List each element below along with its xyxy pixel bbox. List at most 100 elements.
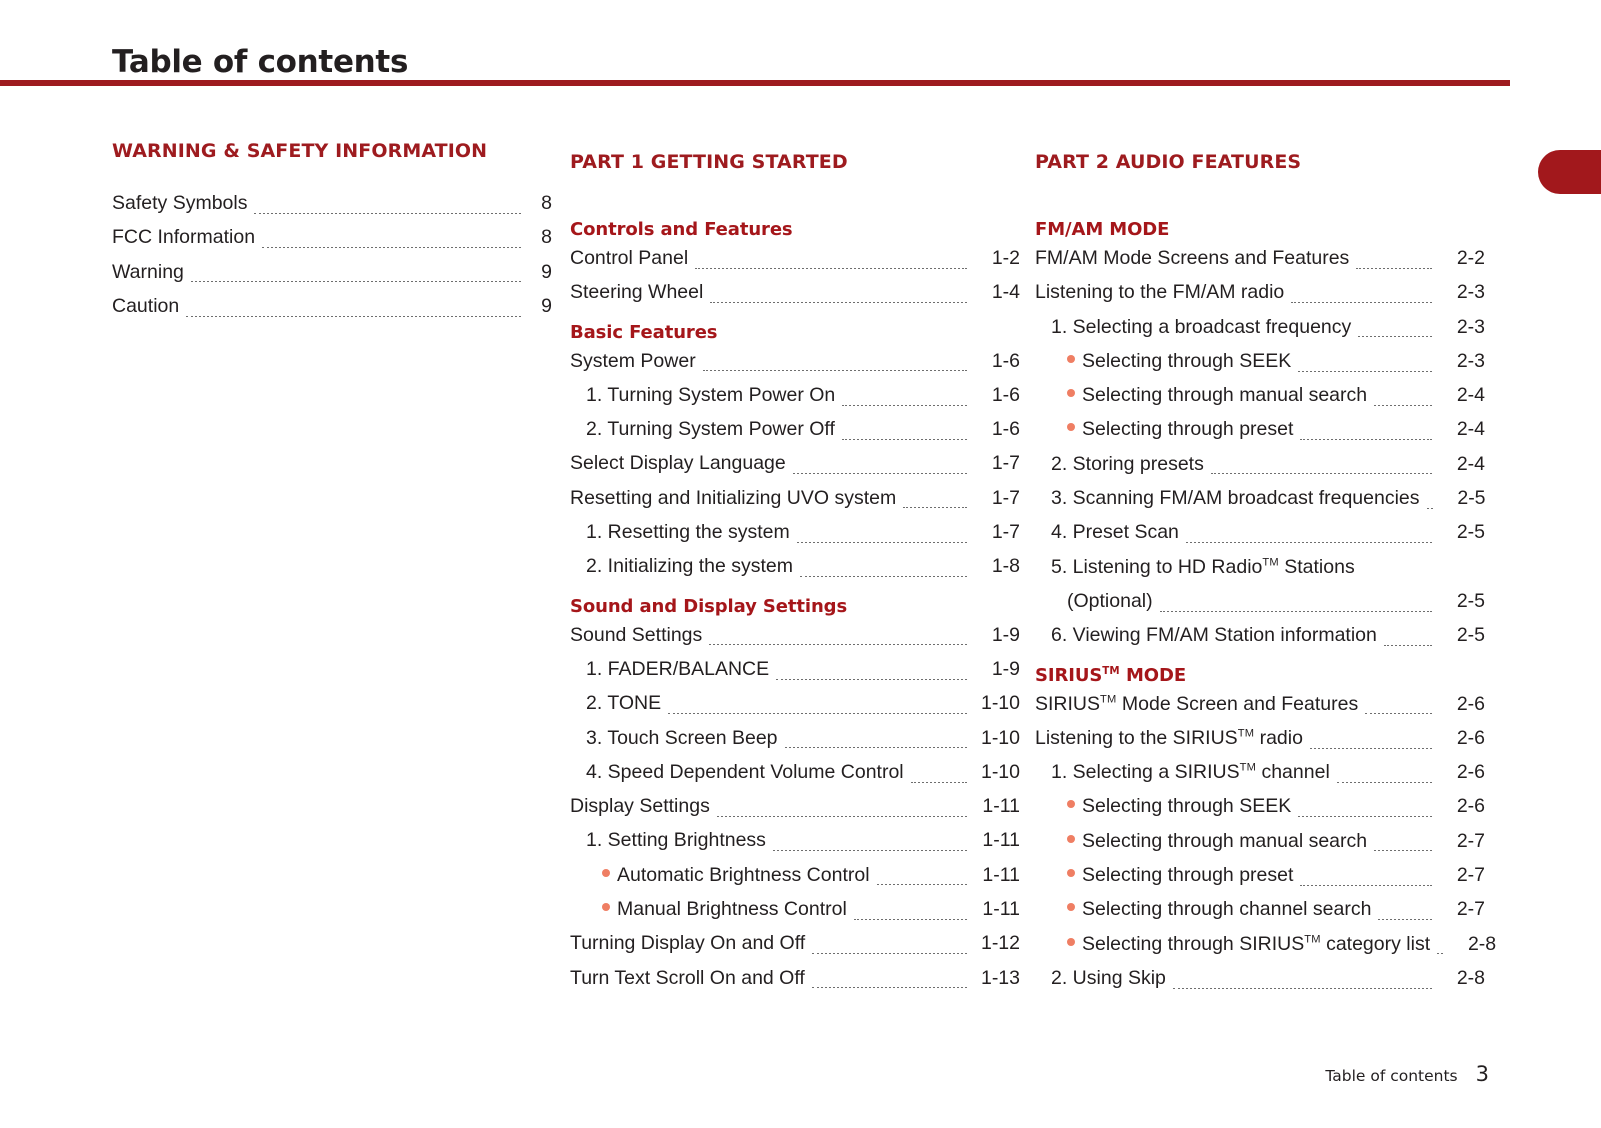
toc-entry[interactable]: Selecting through preset 2-7: [1035, 864, 1485, 898]
dot-leader: [1300, 439, 1432, 441]
toc-entry[interactable]: Display Settings 1-11: [570, 795, 1020, 829]
toc-page-number: 8: [541, 226, 552, 249]
toc-page-number: 1-7: [991, 521, 1020, 544]
dot-leader: [853, 918, 967, 920]
toc-entry[interactable]: 1. FADER/BALANCE 1-9: [570, 658, 1020, 692]
toc-page-number: 2-8: [1467, 932, 1497, 955]
toc-page-number: 1-7: [991, 486, 1020, 509]
toc-page-number: 8: [541, 192, 552, 214]
dot-leader: [784, 747, 967, 749]
toc-entry[interactable]: 2. Turning System Power Off 1-6: [570, 418, 1020, 452]
dot-leader: [876, 884, 967, 886]
column-part-heading: PART 1 GETTING STARTED: [570, 151, 848, 173]
toc-entry[interactable]: Control Panel 1-2: [570, 247, 1020, 281]
toc-entry[interactable]: Selecting through SEEK 2-3: [1035, 350, 1485, 384]
toc-entry[interactable]: FCC Information 8: [112, 226, 552, 260]
toc-entry[interactable]: Turning Display On and Off 1-12: [570, 932, 1020, 966]
toc-entry-label: 1. Setting Brightness: [586, 829, 766, 852]
toc-entry[interactable]: System Power 1-6: [570, 350, 1020, 384]
toc-entry[interactable]: 1. Setting Brightness 1-11: [570, 829, 1020, 863]
toc-entry[interactable]: 1. Selecting a SIRIUSTM channel 2-6: [1035, 761, 1485, 795]
toc-entry[interactable]: 4. Preset Scan 2-5: [1035, 521, 1485, 555]
toc-page-number: 1-4: [991, 281, 1020, 304]
toc-entry[interactable]: Safety Symbols 8: [112, 192, 552, 226]
toc-page-number: 2-5: [1456, 589, 1485, 612]
dot-leader: [811, 987, 967, 989]
toc-entry-label: Selecting through channel search: [1067, 898, 1371, 921]
toc-entry[interactable]: (Optional) 2-5: [1035, 590, 1485, 624]
toc-entry[interactable]: Selecting through channel search 2-7: [1035, 898, 1485, 932]
toc-entry[interactable]: 1. Turning System Power On 1-6: [570, 384, 1020, 418]
dot-leader: [772, 850, 967, 852]
toc-page-number: 1-7: [991, 452, 1020, 475]
toc-entry[interactable]: Steering Wheel 1-4: [570, 281, 1020, 315]
toc-page-number: 2-5: [1456, 521, 1485, 544]
dot-leader: [1374, 850, 1432, 852]
toc-entry-label: Listening to the FM/AM radio: [1035, 281, 1285, 304]
toc-entry[interactable]: Select Display Language 1-7: [570, 452, 1020, 486]
toc-entry-label: 1. Resetting the system: [586, 521, 790, 544]
toc-entry[interactable]: 1. Selecting a broadcast frequency 2-3: [1035, 316, 1485, 350]
toc-page-number: 1-11: [982, 898, 1020, 921]
toc-entry[interactable]: Selecting through manual search 2-4: [1035, 384, 1485, 418]
toc-group-heading: Basic Features: [570, 321, 718, 343]
toc-entry[interactable]: Manual Brightness Control 1-11: [570, 898, 1020, 932]
toc-entry[interactable]: 5. Listening to HD RadioTM Stations: [1035, 556, 1485, 590]
toc-entry[interactable]: 2. Initializing the system 1-8: [570, 555, 1020, 589]
toc-entry[interactable]: Selecting through SIRIUSTM category list…: [1035, 933, 1496, 967]
toc-entry[interactable]: 2. Using Skip 2-8: [1035, 967, 1485, 1001]
toc-entry-label: Sound Settings: [570, 623, 703, 646]
toc-entry[interactable]: Selecting through preset 2-4: [1035, 418, 1485, 452]
toc-page-number: 2-7: [1456, 864, 1485, 887]
toc-entry[interactable]: Automatic Brightness Control 1-11: [570, 864, 1020, 898]
toc-entry-label: System Power: [570, 349, 696, 372]
dot-leader: [1336, 781, 1432, 783]
toc-entry[interactable]: Warning 9: [112, 261, 552, 295]
bullet-icon: [1067, 354, 1075, 363]
toc-page-number: 1-10: [980, 760, 1020, 783]
toc-entry[interactable]: 3. Scanning FM/AM broadcast frequencies 2…: [1035, 487, 1486, 521]
dot-leader: [812, 952, 967, 954]
toc-entry-label: 5. Listening to HD RadioTM Stations: [1051, 555, 1355, 578]
toc-entry[interactable]: 2. TONE 1-10: [570, 692, 1020, 726]
footer-page-number: 3: [1475, 1062, 1489, 1086]
toc-entry[interactable]: FM/AM Mode Screens and Features 2-2: [1035, 247, 1485, 281]
toc-entry[interactable]: Selecting through SEEK 2-6: [1035, 795, 1485, 829]
toc-entry[interactable]: SIRIUSTM Mode Screen and Features 2-6: [1035, 693, 1485, 727]
toc-entry[interactable]: Resetting and Initializing UVO system 1-7: [570, 487, 1020, 521]
toc-entry-label: 3. Scanning FM/AM broadcast frequencies: [1051, 487, 1420, 510]
toc-entry-label: Select Display Language: [570, 452, 786, 475]
bullet-icon: [1067, 937, 1075, 946]
dot-leader: [190, 281, 521, 283]
toc-page: Table of contents WARNING & SAFETY INFOR…: [0, 0, 1601, 1128]
toc-entry-label: 1. FADER/BALANCE: [586, 657, 770, 680]
page-title: Table of contents: [112, 44, 409, 80]
toc-page-number: 2-7: [1456, 898, 1485, 921]
toc-entry[interactable]: Listening to the SIRIUSTM radio 2-6: [1035, 727, 1485, 761]
toc-group-heading: SIRIUSTM MODE: [1035, 664, 1187, 686]
toc-entry[interactable]: 6. Viewing FM/AM Station information 2-5: [1035, 624, 1485, 658]
toc-entry[interactable]: Listening to the FM/AM radio 2-3: [1035, 281, 1485, 315]
toc-group-list: FM/AM MODE FM/AM Mode Screens and Feature…: [1035, 213, 1496, 1001]
dot-leader: [1210, 473, 1432, 475]
toc-page-number: 2-6: [1456, 692, 1485, 715]
toc-entry[interactable]: Selecting through manual search 2-7: [1035, 830, 1485, 864]
dot-leader: [1172, 987, 1432, 989]
toc-entry[interactable]: Caution 9: [112, 295, 552, 329]
toc-entry-label: Selecting through SEEK: [1067, 795, 1291, 818]
toc-entry[interactable]: Sound Settings 1-9: [570, 624, 1020, 658]
toc-entry[interactable]: Turn Text Scroll On and Off 1-13: [570, 967, 1020, 1001]
toc-column-warning-safety: WARNING & SAFETY INFORMATION Safety Symb…: [112, 140, 552, 329]
toc-entry-label: Turning Display On and Off: [570, 932, 806, 955]
dot-leader: [1383, 644, 1432, 646]
dot-leader: [1378, 918, 1432, 920]
dot-leader: [1159, 610, 1432, 612]
toc-entry[interactable]: 1. Resetting the system 1-7: [570, 521, 1020, 555]
toc-entry[interactable]: 2. Storing presets 2-4: [1035, 453, 1485, 487]
toc-entry[interactable]: 4. Speed Dependent Volume Control 1-10: [570, 761, 1020, 795]
toc-page-number: 1-10: [980, 692, 1020, 715]
toc-entry-label: 4. Speed Dependent Volume Control: [586, 760, 904, 783]
toc-page-number: 1-10: [980, 726, 1020, 749]
toc-entry[interactable]: 3. Touch Screen Beep 1-10: [570, 727, 1020, 761]
dot-leader: [792, 473, 967, 475]
